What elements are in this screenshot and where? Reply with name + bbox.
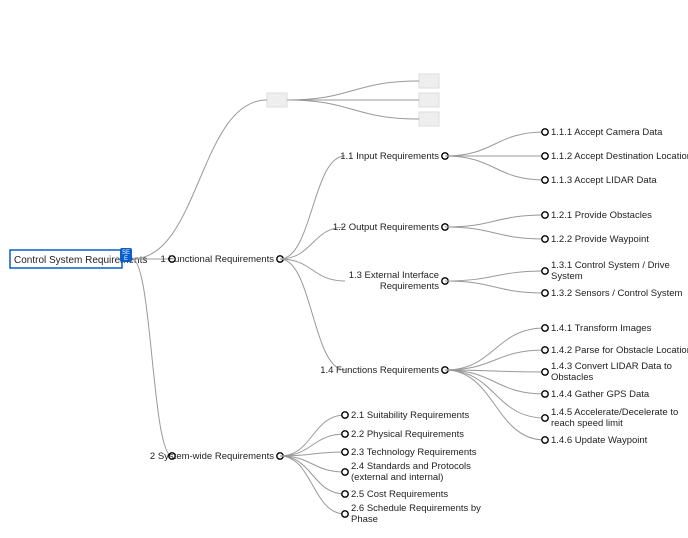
n24-label-b: (external and internal) [351,472,443,483]
n22-dot[interactable] [342,431,348,437]
n141-dot[interactable] [542,325,548,331]
n26-dot[interactable] [342,511,348,517]
n113-label: 1.1.3 Accept LIDAR Data [551,175,657,186]
n143-label: 1.4.3 Convert LIDAR Data to [551,361,672,372]
n141-label: 1.4.1 Transform Images [551,323,652,334]
n21-dot[interactable] [342,412,348,418]
edge [287,81,419,100]
edge [445,370,545,394]
n145-dot[interactable] [542,415,548,421]
edge [132,100,267,259]
edge [280,456,345,514]
edge [132,259,172,456]
n144-dot[interactable] [542,391,548,397]
placeholder-child-0[interactable] [419,74,439,88]
n24-label: 2.4 Standards and Protocols [351,461,471,472]
edge [280,434,345,456]
placeholder-child-1[interactable] [419,93,439,107]
n26-label: 2.6 Schedule Requirements by [351,503,481,514]
edge [280,415,345,456]
n145-label: 1.4.5 Accelerate/Decelerate to [551,407,678,418]
n121-dot[interactable] [542,212,548,218]
n13-label: 1.3 External Interface [349,270,439,281]
n24-dot[interactable] [342,469,348,475]
n112-label: 1.1.2 Accept Destination Location [551,151,688,162]
n144-label: 1.4.4 Gather GPS Data [551,389,650,400]
n14-label: 1.4 Functions Requirements [320,365,439,376]
n146-label: 1.4.6 Update Waypoint [551,435,648,446]
edge [445,271,545,281]
n121-label: 1.2.1 Provide Obstacles [551,210,652,221]
edge [445,156,545,180]
edge [445,132,545,156]
n143-dot[interactable] [542,369,548,375]
requirements-tree: Control System RequirementsSEE1 Function… [0,0,688,538]
n131-label: 1.3.1 Control System / Drive [551,260,670,271]
n143-label-b: Obstacles [551,372,593,383]
edge [445,227,545,239]
n132-dot[interactable] [542,290,548,296]
placeholder-child-2[interactable] [419,112,439,126]
n146-dot[interactable] [542,437,548,443]
n1-label: 1 Functional Requirements [160,254,274,265]
n12-label: 1.2 Output Requirements [333,222,439,233]
n25-dot[interactable] [342,491,348,497]
edge [445,328,545,370]
n26-label-b: Phase [351,514,378,525]
n131-label-b: System [551,271,583,282]
n23-dot[interactable] [342,449,348,455]
edge [445,350,545,370]
n111-dot[interactable] [542,129,548,135]
svg-text:E: E [124,256,128,262]
edge [280,456,345,494]
n132-label: 1.3.2 Sensors / Control System [551,288,683,299]
n112-dot[interactable] [542,153,548,159]
n2-label: 2 System-wide Requirements [150,451,274,462]
n142-label: 1.4.2 Parse for Obstacle Locations [551,345,688,356]
n23-label: 2.3 Technology Requirements [351,447,477,458]
edge [280,259,345,370]
edge [287,100,419,119]
n131-dot[interactable] [542,268,548,274]
placeholder-node[interactable] [267,93,287,107]
n21-label: 2.1 Suitability Requirements [351,410,470,421]
n13-label-b: Requirements [380,281,439,292]
n113-dot[interactable] [542,177,548,183]
edge [445,215,545,227]
n11-label: 1.1 Input Requirements [340,151,439,162]
n111-label: 1.1.1 Accept Camera Data [551,127,663,138]
n122-dot[interactable] [542,236,548,242]
edge [280,452,345,456]
n22-label: 2.2 Physical Requirements [351,429,464,440]
edge [445,281,545,293]
n142-dot[interactable] [542,347,548,353]
n122-label: 1.2.2 Provide Waypoint [551,234,649,245]
n145-label-b: reach speed limit [551,418,623,429]
n25-label: 2.5 Cost Requirements [351,489,448,500]
